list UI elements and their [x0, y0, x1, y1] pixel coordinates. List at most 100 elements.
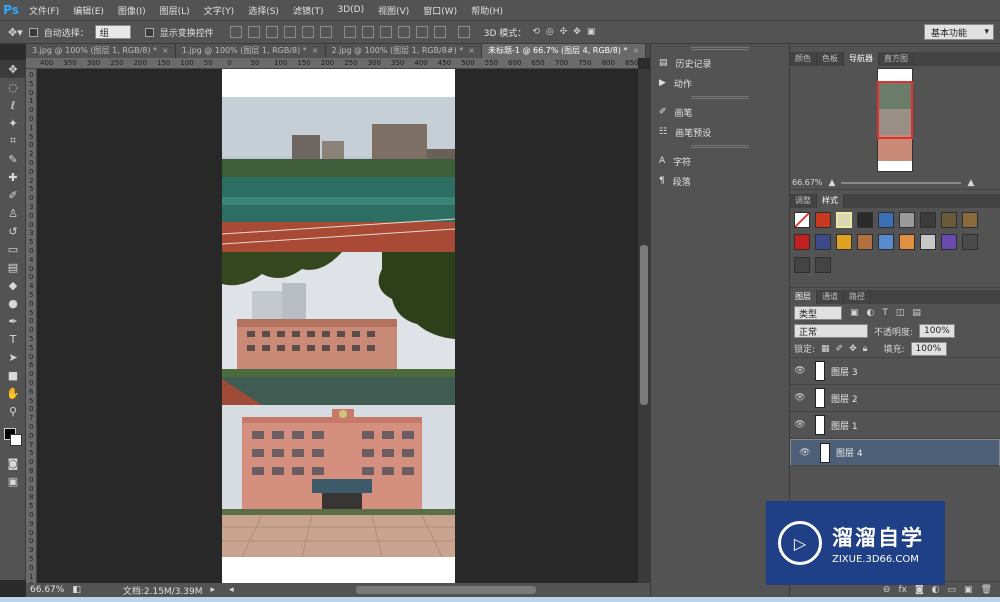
style-swatch[interactable]: [836, 234, 852, 251]
magic-wand-icon[interactable]: ✦: [0, 114, 26, 132]
mask-icon[interactable]: ◙: [915, 585, 924, 595]
dodge-tool-icon[interactable]: ●: [0, 294, 26, 312]
align-right-icon[interactable]: [319, 26, 332, 38]
distribute-bottom-icon[interactable]: [379, 26, 392, 38]
menu-edit[interactable]: 编辑(E): [66, 4, 111, 17]
move-tool-icon[interactable]: ✥: [0, 60, 26, 78]
layer-kind-dropdown[interactable]: 类型: [794, 306, 842, 320]
filter-adjust-icon[interactable]: ◐: [867, 308, 875, 318]
menu-select[interactable]: 选择(S): [241, 4, 286, 17]
quick-mask-icon[interactable]: ◙: [0, 454, 26, 472]
distribute-left-icon[interactable]: [397, 26, 410, 38]
eye-icon[interactable]: 👁︎: [790, 366, 810, 376]
tab-color[interactable]: 颜色: [790, 52, 817, 66]
tab-2jpg[interactable]: 2.jpg @ 100% (图层 1, RGB/8#) * ×: [325, 44, 482, 58]
style-swatch[interactable]: [836, 212, 852, 228]
gradient-tool-icon[interactable]: ▤: [0, 258, 26, 276]
style-swatch[interactable]: [794, 234, 810, 251]
menu-3d[interactable]: 3D(D): [330, 5, 371, 15]
filter-pixel-icon[interactable]: ▣: [850, 308, 859, 318]
style-none-swatch[interactable]: [794, 212, 810, 228]
eraser-icon[interactable]: ▭: [0, 240, 26, 258]
style-swatch[interactable]: [941, 234, 957, 251]
hand-tool-icon[interactable]: ✋: [0, 384, 26, 402]
menu-image[interactable]: 图像(I): [111, 4, 153, 17]
distribute-top-icon[interactable]: [343, 26, 356, 38]
style-swatch[interactable]: [920, 234, 936, 251]
horizontal-scroll-thumb[interactable]: [356, 586, 536, 594]
align-left-icon[interactable]: [283, 26, 296, 38]
panel-brush-presets[interactable]: ☷ 画笔预设: [651, 122, 789, 142]
style-swatch[interactable]: [899, 212, 915, 228]
menu-window[interactable]: 窗口(W): [416, 4, 464, 17]
new-layer-icon[interactable]: ▣: [964, 585, 973, 595]
link-layers-icon[interactable]: ⊖: [883, 585, 891, 595]
lock-transparent-icon[interactable]: ▦: [821, 344, 830, 354]
style-swatch[interactable]: [815, 234, 831, 251]
workspace-dropdown[interactable]: 基本功能 ▾: [924, 24, 994, 40]
layer-row[interactable]: 👁︎ 图层 1: [790, 412, 1000, 439]
tab-channels[interactable]: 通道: [817, 290, 844, 304]
style-swatch[interactable]: [815, 256, 831, 273]
blend-mode-dropdown[interactable]: 正常: [794, 324, 868, 338]
menu-help[interactable]: 帮助(H): [464, 4, 510, 17]
panel-brush[interactable]: ✐ 画笔: [651, 102, 789, 122]
menu-layer[interactable]: 图层(L): [153, 4, 197, 17]
history-brush-icon[interactable]: ↺: [0, 222, 26, 240]
group-icon[interactable]: ▭: [948, 585, 957, 595]
style-swatch[interactable]: [815, 212, 831, 228]
auto-select-checkbox[interactable]: [28, 27, 38, 37]
distribute-right-icon[interactable]: [433, 26, 446, 38]
zoom-out-icon[interactable]: ▲: [829, 178, 836, 188]
show-transform-checkbox[interactable]: [144, 27, 154, 37]
layer-row-selected[interactable]: 👁︎ 图层 4: [790, 439, 1000, 466]
filter-shape-icon[interactable]: ◫: [896, 308, 905, 318]
menu-filter[interactable]: 滤镜(T): [286, 4, 331, 17]
move-tool-icon[interactable]: ✥▾: [8, 26, 23, 39]
align-hcenter-icon[interactable]: [301, 26, 314, 38]
type-tool-icon[interactable]: T: [0, 330, 26, 348]
style-swatch[interactable]: [794, 256, 810, 273]
close-icon[interactable]: ×: [468, 46, 475, 55]
style-swatch[interactable]: [878, 234, 894, 251]
tab-swatches[interactable]: 色板: [817, 52, 844, 66]
panel-character[interactable]: A 字符: [651, 151, 789, 171]
style-swatch[interactable]: [857, 212, 873, 228]
3d-scale-icon[interactable]: ▣: [587, 27, 596, 37]
distribute-vcenter-icon[interactable]: [361, 26, 374, 38]
panel-history[interactable]: ▤ 历史记录: [651, 53, 789, 73]
distribute-hcenter-icon[interactable]: [415, 26, 428, 38]
healing-brush-icon[interactable]: ✚: [0, 168, 26, 186]
style-swatch[interactable]: [962, 234, 978, 251]
path-select-icon[interactable]: ➤: [0, 348, 26, 366]
crop-tool-icon[interactable]: ⌗: [0, 132, 26, 150]
close-icon[interactable]: ×: [633, 46, 640, 55]
tab-1jpg[interactable]: 1.jpg @ 100% (图层 1, RGB/8) * ×: [175, 44, 326, 58]
tab-styles[interactable]: 样式: [817, 194, 844, 208]
style-swatch[interactable]: [878, 212, 894, 228]
align-bottom-icon[interactable]: [265, 26, 278, 38]
style-swatch[interactable]: [920, 212, 936, 228]
tab-3jpg[interactable]: 3.jpg @ 100% (图层 1, RGB/8) * ×: [26, 44, 176, 58]
eyedropper-icon[interactable]: ✎: [0, 150, 26, 168]
lasso-tool-icon[interactable]: ℓ: [0, 96, 26, 114]
zoom-slider[interactable]: [841, 181, 962, 184]
delete-layer-icon[interactable]: 🗑︎: [981, 585, 992, 595]
vertical-scroll-thumb[interactable]: [640, 245, 648, 405]
lock-all-icon[interactable]: 🔒︎: [863, 344, 868, 354]
eye-icon[interactable]: 👁︎: [790, 393, 810, 403]
panel-grip[interactable]: [691, 96, 749, 99]
style-swatch[interactable]: [899, 234, 915, 251]
opacity-input[interactable]: 100%: [919, 324, 956, 338]
lock-move-icon[interactable]: ✥: [849, 344, 857, 354]
shape-tool-icon[interactable]: ■: [0, 366, 26, 384]
fx-icon[interactable]: fx: [898, 585, 907, 595]
panel-grip[interactable]: [691, 47, 749, 50]
navigator-view-box[interactable]: [877, 81, 913, 139]
tab-paths[interactable]: 路径: [844, 290, 871, 304]
3d-roll-icon[interactable]: ◎: [546, 27, 554, 37]
panel-grip[interactable]: [691, 145, 749, 148]
screen-mode-icon[interactable]: ▣: [0, 472, 26, 490]
blur-tool-icon[interactable]: ◆: [0, 276, 26, 294]
menu-file[interactable]: 文件(F): [22, 4, 66, 17]
